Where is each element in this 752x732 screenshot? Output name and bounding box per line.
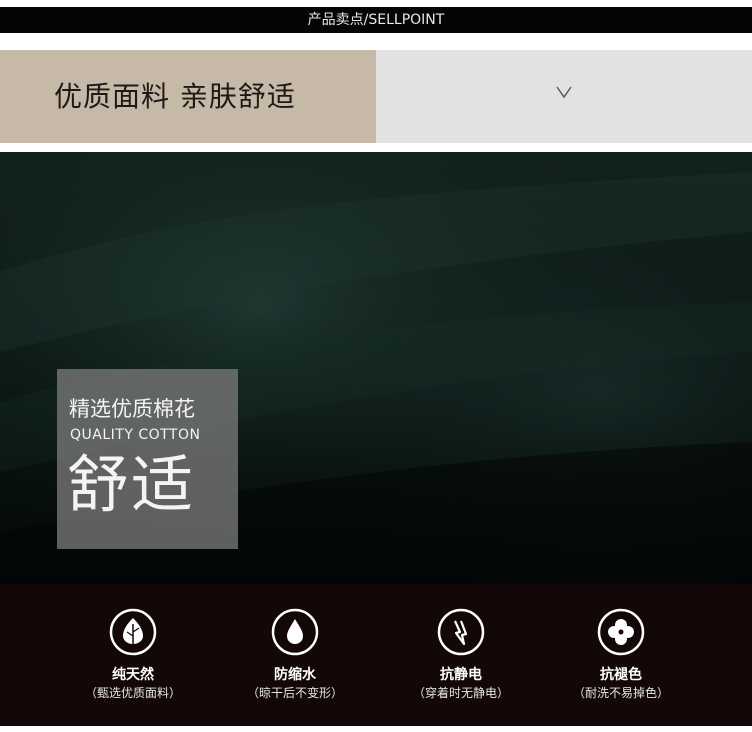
feature-natural-sub: （甄选优质面料） [84,686,181,700]
chevron-down-icon [556,86,572,99]
feature-antistatic-sub: （穿着时无静电） [412,686,509,700]
sellpoint-title: 产品卖点/SELLPOINT [307,12,445,28]
feature-strip: 纯天然 （甄选优质面料） 防缩水 （晾干后不变形） 抗静电 （穿着时无静电） 抗… [0,584,752,726]
banner-right-panel [376,50,752,143]
lightning-icon [437,608,485,656]
quality-cotton-cn: 精选优质棉花 [69,397,195,421]
feature-colorfast: 抗褪色 （耐洗不易掉色） [541,584,701,726]
sellpoint-header: 产品卖点/SELLPOINT [0,7,752,33]
quality-cotton-en: QUALITY COTTON [70,427,201,443]
feature-colorfast-title: 抗褪色 [600,667,642,683]
feature-shrink-sub: （晾干后不变形） [246,686,343,700]
banner-slogan: 优质面料 亲肤舒适 [0,50,376,143]
feature-natural: 纯天然 （甄选优质面料） [53,584,213,726]
water-drop-icon [271,608,319,656]
feature-colorfast-sub: （耐洗不易掉色） [572,686,669,700]
feature-shrink-title: 防缩水 [274,667,316,683]
feature-shrink: 防缩水 （晾干后不变形） [215,584,375,726]
feature-antistatic-title: 抗静电 [440,667,482,683]
comfort-big-text: 舒适 [67,448,196,521]
quality-cotton-card: 精选优质棉花 QUALITY COTTON 舒适 [57,369,238,549]
feature-antistatic: 抗静电 （穿着时无静电） [381,584,541,726]
feature-natural-title: 纯天然 [112,667,154,683]
leaf-icon [109,608,157,656]
banner-slogan-text: 优质面料 亲肤舒适 [54,80,296,113]
clover-icon [597,608,645,656]
